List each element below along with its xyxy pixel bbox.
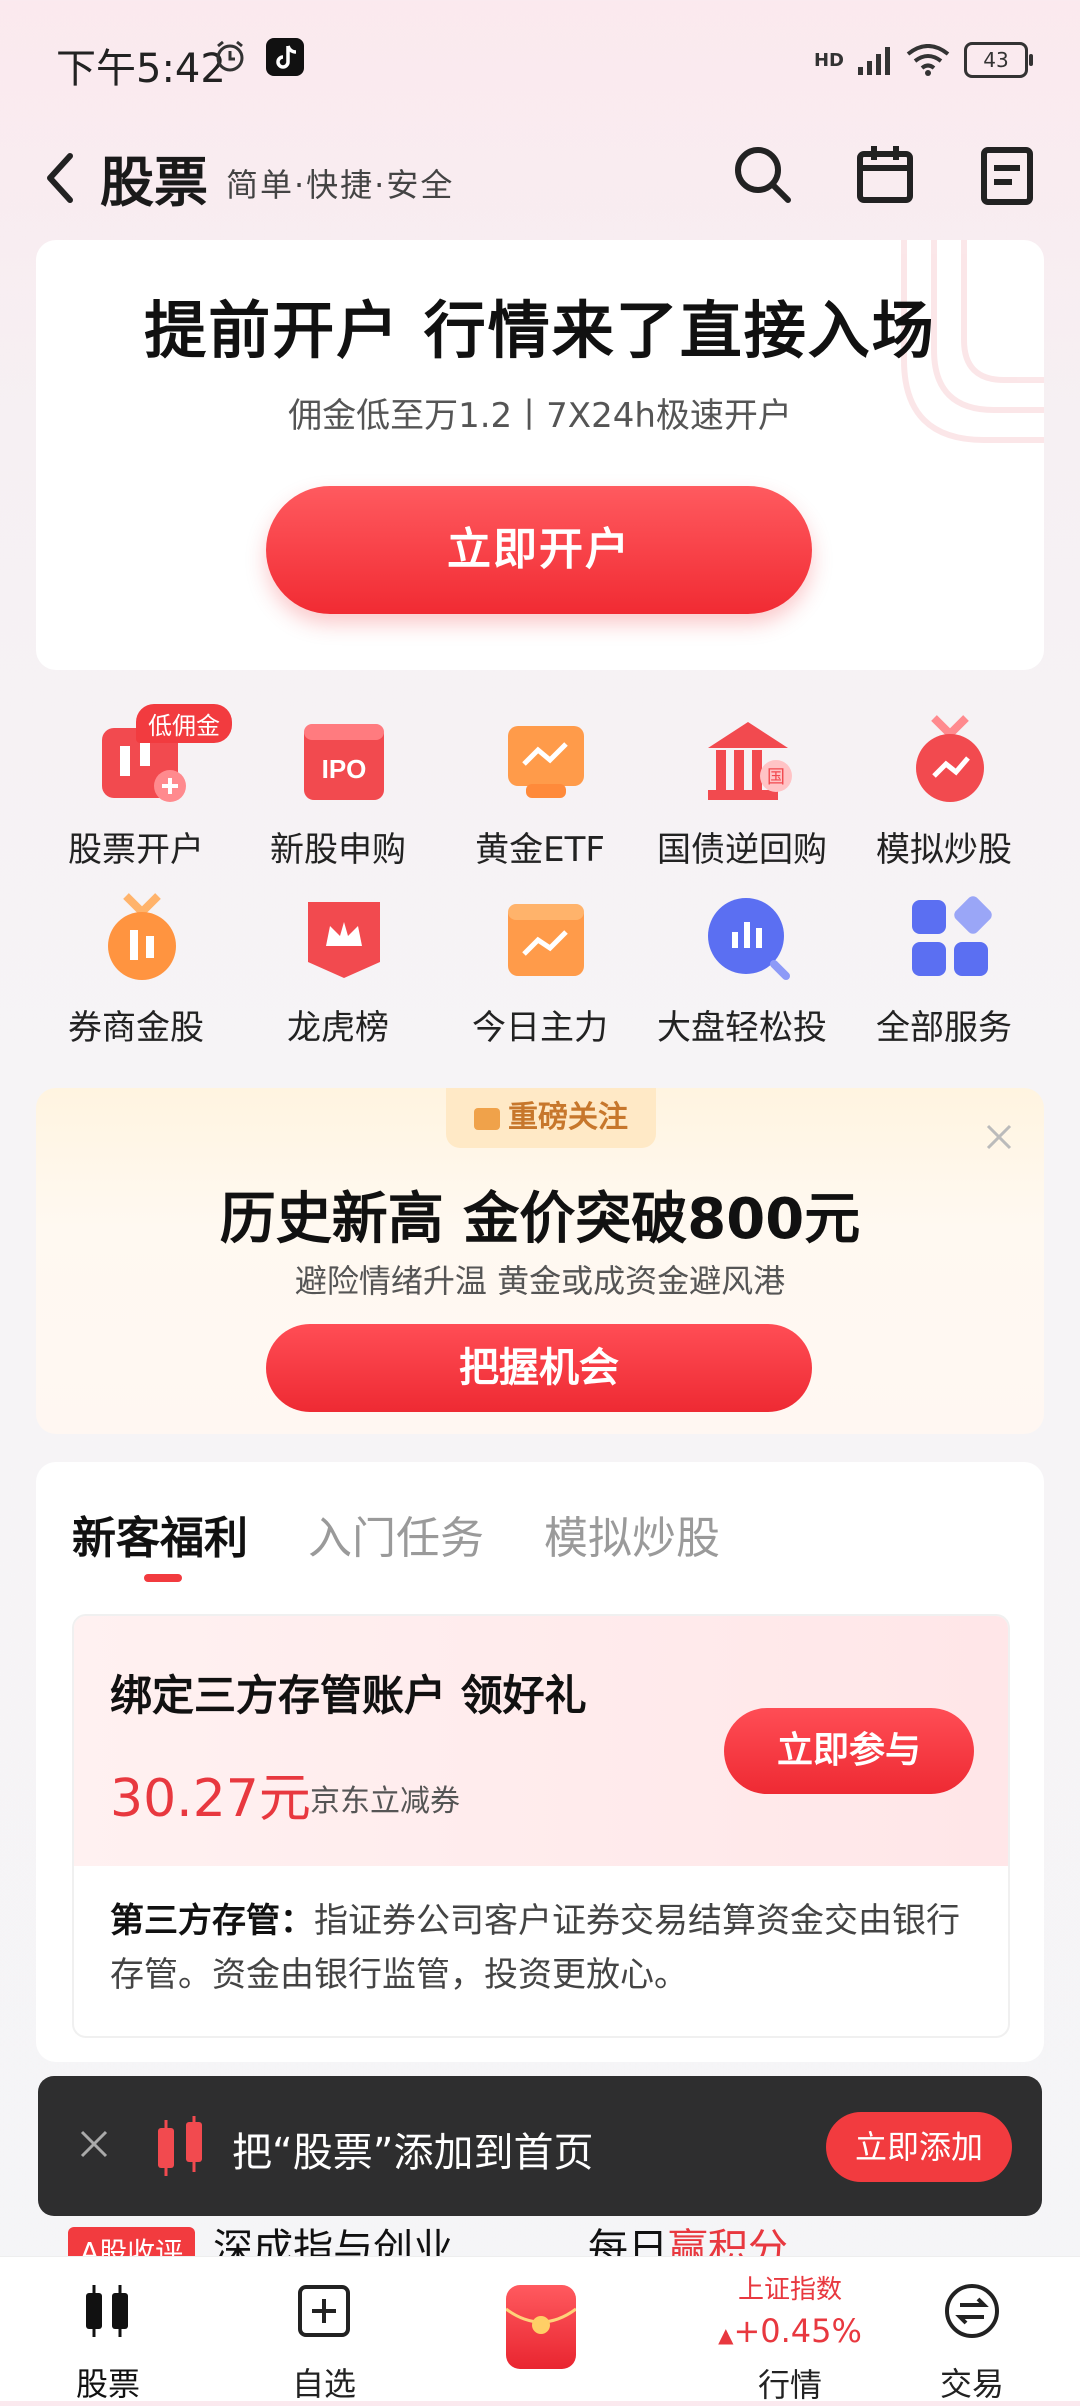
all-services-icon: [912, 896, 992, 976]
index-up-arrow-icon: ▲: [718, 2323, 734, 2347]
service-label: 新股申购: [270, 830, 406, 870]
coupon-description: 京东立减券: [310, 1784, 460, 1819]
service-ipo[interactable]: IPO 新股申购: [238, 700, 438, 870]
trade-exchange-icon: [945, 2284, 999, 2338]
page-subtitle: 简单·快捷·安全: [226, 166, 455, 204]
watchlist-plus-icon: [298, 2285, 350, 2337]
red-envelope-icon[interactable]: [505, 2285, 577, 2369]
service-label: 国债逆回购: [657, 830, 827, 870]
service-main-force[interactable]: 今日主力: [440, 878, 640, 1048]
nav-label: 自选: [291, 2365, 356, 2403]
promo-tag: 重磅关注: [446, 1088, 656, 1148]
service-dragon-tiger[interactable]: 龙虎榜: [238, 878, 438, 1048]
newcomer-tasks-card: 新客福利 入门任务 模拟炒股 绑定三方存管账户 领好礼 30.27元 京东立减券…: [36, 1462, 1044, 2062]
service-label: 今日主力: [472, 1008, 608, 1048]
close-icon[interactable]: [984, 1122, 1014, 1152]
wifi-icon: [906, 44, 950, 76]
broker-gold-stock-icon: [108, 893, 176, 980]
service-label: 股票开户: [68, 830, 204, 870]
dragon-tiger-list-icon: [308, 902, 380, 978]
nav-market[interactable]: 上证指数 ▲+0.45% 行情: [690, 2269, 890, 2406]
alarm-icon: [216, 40, 244, 72]
ipo-icon: IPO: [304, 724, 384, 800]
top-app-bar: 股票 简单·快捷·安全: [0, 120, 1080, 240]
simulated-trading-icon: [916, 715, 984, 802]
promo-tag-icon: [474, 1108, 500, 1130]
status-time: 下午5:42: [56, 46, 226, 92]
service-label: 全部服务: [876, 1008, 1012, 1048]
service-stock-account[interactable]: 低佣金 股票开户: [36, 700, 236, 870]
svg-text:国: 国: [767, 767, 785, 788]
promo-subtitle: 避险情绪升温 黄金或成资金避风港: [294, 1262, 786, 1300]
description-label: 第三方存管：: [110, 1901, 314, 1941]
service-simulated-trading[interactable]: 模拟炒股: [844, 700, 1044, 870]
page-title: 股票: [100, 151, 208, 214]
service-label: 黄金ETF: [475, 830, 605, 870]
notes-icon[interactable]: [972, 140, 1042, 210]
add-to-home-toast: 把“股票”添加到首页 立即添加: [38, 2076, 1042, 2216]
status-bar: 下午5:42 HD 43: [0, 0, 1080, 120]
signal-icon: [858, 47, 890, 75]
service-treasury-repo[interactable]: 国 国债逆回购: [642, 700, 842, 870]
nav-label: 股票: [75, 2365, 140, 2403]
treasury-repo-icon: 国: [708, 722, 792, 800]
bottom-navigation: 股票 自选 上证指数 ▲+0.45% 行情 交易: [0, 2256, 1080, 2404]
tiktok-icon: [266, 38, 304, 76]
tab-simulated-trading[interactable]: 模拟炒股: [544, 1502, 720, 1566]
index-value: +0.45%: [733, 2312, 862, 2350]
stock-app-icon: [158, 2116, 202, 2176]
index-name: 上证指数: [737, 2275, 842, 2305]
search-icon[interactable]: [728, 140, 798, 210]
open-account-card: 提前开户 行情来了直接入场 佣金低至万1.2丨7X24h极速开户 立即开户: [36, 240, 1044, 670]
bind-account-offer: 绑定三方存管账户 领好礼 30.27元 京东立减券 立即参与 第三方存管：指证券…: [72, 1614, 1010, 2038]
gold-promo-card: 重磅关注 历史新高 金价突破800元 避险情绪升温 黄金或成资金避风港 把握机会: [36, 1088, 1044, 1434]
open-account-subtitle: 佣金低至万1.2丨7X24h极速开户: [288, 396, 792, 436]
service-label: 龙虎榜: [287, 1008, 389, 1048]
close-icon[interactable]: [76, 2126, 112, 2162]
service-label: 大盘轻松投: [657, 1008, 827, 1048]
decorative-pattern: [901, 240, 1044, 443]
index-change: ▲+0.45%: [690, 2312, 890, 2350]
red-envelope-graphic: [505, 2307, 577, 2334]
stocks-nav-icon: [86, 2285, 128, 2337]
service-gold-etf[interactable]: 黄金ETF: [440, 700, 640, 870]
service-broker-gold-stock[interactable]: 券商金股: [36, 878, 236, 1048]
join-now-button[interactable]: 立即参与: [724, 1708, 974, 1794]
network-label: HD: [813, 49, 844, 71]
third-party-custody-description: 第三方存管：指证券公司客户证券交易结算资金交由银行存管。资金由银行监管，投资更放…: [110, 1894, 980, 2002]
back-arrow-icon[interactable]: [38, 148, 82, 208]
svg-text:IPO: IPO: [322, 754, 367, 784]
tab-newcomer-benefits[interactable]: 新客福利: [72, 1502, 248, 1566]
open-account-title: 提前开户 行情来了直接入场: [144, 294, 936, 367]
status-icons: HD 43: [813, 40, 1033, 80]
open-account-button[interactable]: 立即开户: [266, 486, 812, 614]
main-force-icon: [508, 904, 584, 976]
service-label: 券商金股: [68, 1008, 204, 1048]
nav-label: 行情: [757, 2366, 822, 2404]
tab-indicator: [144, 1574, 182, 1582]
calendar-icon[interactable]: [850, 140, 920, 210]
service-market-invest[interactable]: 大盘轻松投: [642, 878, 842, 1048]
market-invest-icon: [708, 898, 790, 980]
seize-opportunity-button[interactable]: 把握机会: [266, 1324, 812, 1412]
service-label: 模拟炒股: [876, 830, 1012, 870]
low-commission-badge: 低佣金: [136, 704, 232, 743]
offer-title: 绑定三方存管账户 领好礼: [110, 1671, 587, 1720]
battery-indicator: 43: [964, 42, 1033, 78]
toast-message: 把“股票”添加到首页: [232, 2130, 594, 2176]
promo-tag-label: 重磅关注: [508, 1100, 628, 1135]
nav-label: 交易: [939, 2365, 1004, 2403]
add-now-button[interactable]: 立即添加: [826, 2112, 1012, 2182]
promo-title: 历史新高 金价突破800元: [219, 1187, 861, 1252]
coupon-amount: 30.27元: [110, 1769, 311, 1829]
service-all-services[interactable]: 全部服务: [844, 878, 1044, 1048]
tab-intro-tasks[interactable]: 入门任务: [308, 1502, 484, 1566]
gold-etf-icon: [508, 726, 584, 798]
